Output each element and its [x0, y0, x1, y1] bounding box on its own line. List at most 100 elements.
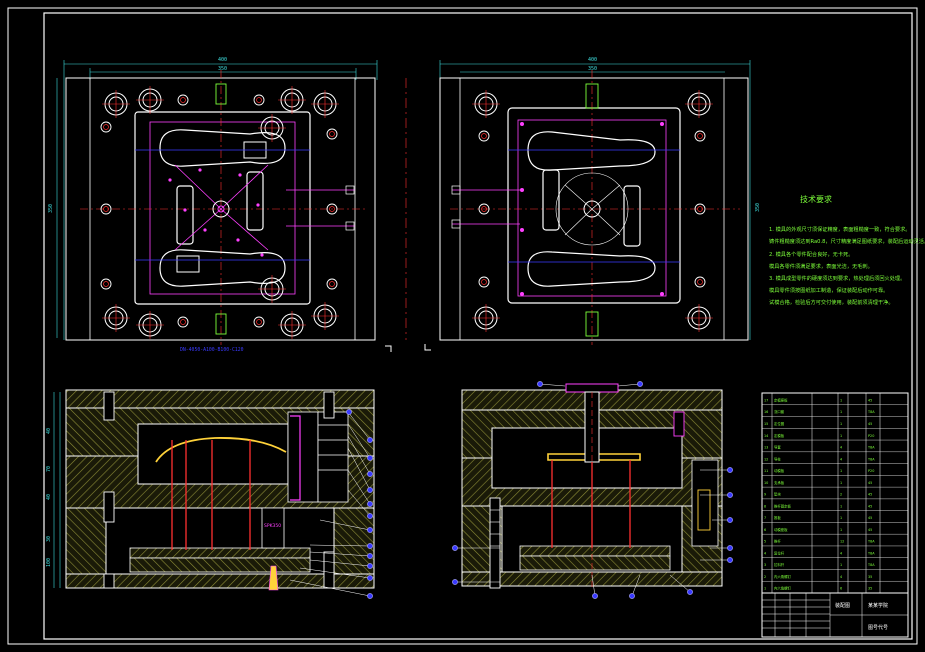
tech-req-title: 技术要求 — [800, 194, 832, 204]
bom-cell: 2 — [840, 493, 842, 497]
bom-cell: 定模板 — [774, 433, 785, 438]
bom-cell: 支承板 — [774, 480, 785, 485]
bom-cell: 推板 — [774, 515, 781, 520]
left-section-dim-1: 70 — [46, 466, 52, 472]
bom-cell: 1 — [840, 504, 842, 508]
bom-cell: 内六角螺钉 — [774, 574, 792, 579]
title-block: 装配图 某某学院 图号代号 — [761, 592, 909, 638]
bom-cell: 1 — [764, 587, 766, 591]
bom-cell: P20 — [868, 434, 874, 438]
left-section-dim-2: 40 — [46, 494, 52, 500]
bom-cell: 定模座板 — [774, 397, 788, 402]
technical-requirements: 技术要求 1. 模具的外观尺寸须保证精度，表面粗糙度一致，符合要求。 铸件粗糙度… — [769, 194, 925, 306]
bom-cell: T8A — [867, 457, 875, 461]
drawing-sheet: 400 350 350 DN-4050-A100-B100-C120 400 3… — [7, 7, 925, 645]
left-plan-height-dim: 350 — [48, 204, 54, 213]
bom-cell: 拉料杆 — [774, 562, 785, 567]
bom-cell: 8 — [764, 504, 766, 508]
bom-cell: 7 — [764, 516, 766, 520]
bom-cell: 4 — [840, 575, 842, 579]
bom-cell: T8A — [867, 446, 875, 450]
bom-cell: T8A — [867, 563, 875, 567]
cad-drawing-viewport: 400 350 350 DN-4050-A100-B100-C120 400 3… — [0, 0, 925, 652]
title-block-number: 图号代号 — [868, 624, 888, 631]
left-plan-inner-dim: 350 — [218, 66, 227, 72]
bom-cell: 45 — [868, 516, 872, 520]
left-plan-caption: DN-4050-A100-B100-C120 — [180, 347, 244, 353]
bom-cell: 动模座板 — [774, 527, 788, 532]
bom-cell: 45 — [868, 504, 872, 508]
bom-cell: 15 — [764, 422, 768, 426]
bom-cell: 1 — [840, 516, 842, 520]
bom-cell: 推杆 — [774, 539, 781, 544]
bom-cell: 推杆固定板 — [774, 503, 792, 508]
bom-cell: 16 — [764, 410, 768, 414]
bom-cell: 17 — [764, 398, 768, 402]
left-plan-view: 400 350 350 DN-4050-A100-B100-C120 — [48, 57, 392, 353]
bom-cell: 1 — [840, 410, 842, 414]
bom-cell: 4 — [840, 457, 842, 461]
bom-cell: 1 — [840, 481, 842, 485]
bom-cell: 6 — [840, 587, 842, 591]
bom-cell: 45 — [868, 528, 872, 532]
bom-cell: T8A — [867, 540, 875, 544]
bom-cell: 5 — [764, 540, 766, 544]
bom-cell: P20 — [868, 469, 874, 473]
bom-cell: 6 — [764, 528, 766, 532]
bom-cell: 12 — [840, 540, 844, 544]
tech-req-line-6: 模具零件须按图纸加工制造，保证装配后动作可靠。 — [769, 286, 888, 294]
right-plan-inner-dim: 350 — [588, 66, 597, 72]
tech-req-line-5: 3. 模具成型零件的硬度须达到要求，热处理后须回火处理。 — [769, 274, 905, 282]
title-block-drawing-name: 装配图 — [835, 602, 850, 609]
bom-cell: 4 — [764, 551, 766, 555]
tech-req-line-7: 试模合格，检验后方可交付使用，装配前须清理干净。 — [769, 298, 894, 306]
bom-cell: 导套 — [774, 445, 781, 450]
bom-cell: 内六角螺钉 — [774, 586, 792, 591]
left-section-dim-4: 100 — [46, 558, 52, 567]
bom-cell: 13 — [764, 446, 768, 450]
right-plan-width-dim: 400 — [588, 57, 597, 63]
bom-cell: 垫块 — [774, 492, 781, 497]
bom-cell: 浇口套 — [774, 409, 785, 414]
bom-cell: 4 — [840, 551, 842, 555]
bom-cell: 10 — [764, 481, 768, 485]
bom-cell: T8A — [867, 551, 875, 555]
tech-req-line-1: 1. 模具的外观尺寸须保证精度，表面粗糙度一致，符合要求。 — [769, 225, 910, 233]
bom-cell: T8A — [867, 410, 875, 414]
bom-cell: 4 — [840, 446, 842, 450]
tech-req-line-3: 2. 模具各个零件配合良好，无卡死。 — [769, 250, 853, 258]
bom-cell: 14 — [764, 434, 768, 438]
bom-cell: 1 — [840, 398, 842, 402]
bom-cell: 复位杆 — [774, 550, 785, 555]
bom-cell: 1 — [840, 434, 842, 438]
right-plan-view: 400 350 350 — [424, 57, 761, 351]
bom-cell: 3 — [764, 563, 766, 567]
bom-cell: 45 — [868, 398, 872, 402]
right-plan-height-dim: 350 — [755, 203, 761, 212]
bom-cell: 1 — [840, 563, 842, 567]
bom-cell: 45 — [868, 493, 872, 497]
left-section-view: SPK350 40 70 40 30 100 — [46, 389, 375, 599]
tech-req-line-4: 模具各零件须满足要求，表面光洁，无毛刺。 — [769, 262, 873, 270]
right-section-view — [452, 381, 733, 599]
left-section-dim-3: 30 — [46, 536, 52, 542]
bom-cell: 9 — [764, 493, 766, 497]
bom-cell: 1 — [840, 469, 842, 473]
title-block-school: 某某学院 — [868, 602, 888, 609]
bom-cell: 45 — [868, 422, 872, 426]
tech-req-line-2: 铸件粗糙度须达到Ra0.8，尺寸精度满足图纸要求，装配后运动灵活。 — [769, 237, 925, 245]
bom-cell: 定位圈 — [774, 421, 785, 426]
bom-table: 17 定模座板 1 4516 浇口套 1 T8A15 定位圈 1 4514 定模板 1 P2013 导套 4… — [761, 392, 909, 594]
bom-cell: 动模板 — [774, 468, 785, 473]
bom-cell: 1 — [840, 422, 842, 426]
bom-cell: 45 — [868, 481, 872, 485]
bom-cell: 12 — [764, 457, 768, 461]
core-tag: SPK350 — [264, 523, 281, 529]
bom-cell: 1 — [840, 528, 842, 532]
left-plan-width-dim: 400 — [218, 57, 227, 63]
left-section-dim-0: 40 — [46, 428, 52, 434]
bom-cell: 35 — [868, 575, 872, 579]
bom-cell: 35 — [868, 587, 872, 591]
bom-cell: 2 — [764, 575, 766, 579]
bom-cell: 11 — [764, 469, 768, 473]
